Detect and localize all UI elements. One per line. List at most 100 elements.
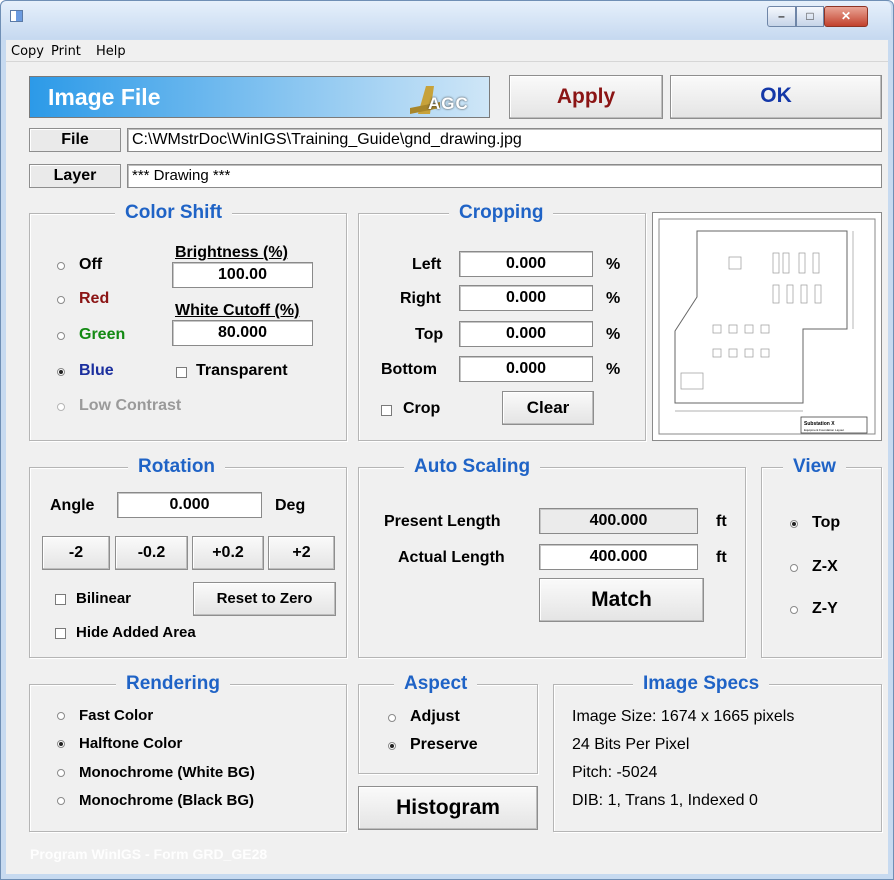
match-button[interactable]: Match xyxy=(539,578,704,622)
angle-input[interactable]: 0.000 xyxy=(117,492,262,518)
rendering-title: Rendering xyxy=(116,673,230,695)
view-zy-label[interactable]: Z-Y xyxy=(812,600,838,618)
view-top-radio[interactable] xyxy=(790,520,798,528)
aspect-group xyxy=(358,684,538,774)
render-halftone-label[interactable]: Halftone Color xyxy=(79,735,182,752)
present-length-unit: ft xyxy=(716,513,727,530)
crop-right-input[interactable]: 0.000 xyxy=(459,285,593,311)
page-title: Image File xyxy=(48,84,161,110)
angle-unit: Deg xyxy=(275,497,306,514)
white-cutoff-label: White Cutoff (%) xyxy=(175,302,300,319)
clear-button[interactable]: Clear xyxy=(502,391,594,425)
view-zx-radio[interactable] xyxy=(790,564,798,572)
close-button[interactable]: ✕ xyxy=(824,6,868,27)
actual-length-label: Actual Length xyxy=(398,549,505,566)
crop-left-input[interactable]: 0.000 xyxy=(459,251,593,277)
ok-button[interactable]: OK xyxy=(670,75,882,119)
radio-off[interactable] xyxy=(57,262,65,270)
color-option-green[interactable]: Green xyxy=(79,326,125,344)
present-length-label: Present Length xyxy=(384,513,501,530)
hide-added-area-checkbox[interactable] xyxy=(55,628,66,639)
minimize-button[interactable]: – xyxy=(767,6,796,27)
render-mono-white-label[interactable]: Monochrome (White BG) xyxy=(79,764,255,781)
maximize-button[interactable]: □ xyxy=(796,6,824,27)
file-path-field[interactable]: C:\WMstrDoc\WinIGS\Training_Guide\gnd_dr… xyxy=(127,128,882,152)
render-halftone-radio[interactable] xyxy=(57,740,65,748)
menu-print[interactable]: Print xyxy=(51,44,81,59)
rotate-plus-0.2-button[interactable]: +0.2 xyxy=(192,536,264,570)
aspect-adjust-radio[interactable] xyxy=(388,714,396,722)
menu-help[interactable]: Help xyxy=(96,44,126,59)
crop-checkbox[interactable] xyxy=(381,405,392,416)
spec-dib: DIB: 1, Trans 1, Indexed 0 xyxy=(572,792,758,809)
render-mono-black-radio[interactable] xyxy=(57,797,65,805)
aspect-adjust-label[interactable]: Adjust xyxy=(410,708,460,726)
color-option-low-contrast: Low Contrast xyxy=(79,397,182,414)
rotate-minus-2-button[interactable]: -2 xyxy=(42,536,110,570)
image-specs-title: Image Specs xyxy=(633,673,770,695)
color-option-blue[interactable]: Blue xyxy=(79,362,114,380)
histogram-button[interactable]: Histogram xyxy=(358,786,538,830)
logo-text: AGC xyxy=(428,94,469,113)
color-option-off[interactable]: Off xyxy=(79,256,102,274)
menu-copy[interactable]: Copy xyxy=(11,44,44,59)
radio-red[interactable] xyxy=(57,296,65,304)
reset-to-zero-button[interactable]: Reset to Zero xyxy=(193,582,336,616)
render-mono-black-label[interactable]: Monochrome (Black BG) xyxy=(79,792,254,809)
title-bar[interactable] xyxy=(1,1,891,39)
angle-label: Angle xyxy=(50,497,95,514)
view-top-label[interactable]: Top xyxy=(812,514,840,532)
crop-top-unit: % xyxy=(606,326,621,343)
crop-bottom-label: Bottom xyxy=(381,361,437,378)
radio-green[interactable] xyxy=(57,332,65,340)
brightness-input[interactable]: 100.00 xyxy=(172,262,313,288)
menu-bar xyxy=(6,40,888,62)
view-zy-radio[interactable] xyxy=(790,606,798,614)
transparent-checkbox[interactable] xyxy=(176,367,187,378)
program-form-label: Program WinIGS - Form GRD_GE28 xyxy=(30,846,268,862)
present-length-value: 400.000 xyxy=(539,508,698,534)
rotate-minus-0.2-button[interactable]: -0.2 xyxy=(115,536,188,570)
rendering-group xyxy=(29,684,347,832)
bilinear-checkbox[interactable] xyxy=(55,594,66,605)
crop-bottom-unit: % xyxy=(606,361,621,378)
crop-bottom-input[interactable]: 0.000 xyxy=(459,356,593,382)
color-shift-title: Color Shift xyxy=(115,202,233,224)
crop-top-input[interactable]: 0.000 xyxy=(459,321,593,347)
white-cutoff-input[interactable]: 80.000 xyxy=(172,320,313,346)
drawing-thumbnail xyxy=(658,218,876,435)
color-option-red[interactable]: Red xyxy=(79,290,109,308)
aspect-title: Aspect xyxy=(394,673,478,695)
thumbnail-caption-title: Substation X xyxy=(804,421,835,427)
crop-top-label: Top xyxy=(415,326,444,343)
actual-length-input[interactable]: 400.000 xyxy=(539,544,698,570)
aspect-preserve-label[interactable]: Preserve xyxy=(410,736,478,754)
spec-pitch: Pitch: -5024 xyxy=(572,764,658,781)
brightness-label: Brightness (%) xyxy=(175,244,288,261)
crop-label[interactable]: Crop xyxy=(403,400,440,418)
crop-right-unit: % xyxy=(606,290,621,307)
render-fast-color-radio[interactable] xyxy=(57,712,65,720)
radio-blue[interactable] xyxy=(57,368,65,376)
layer-label: Layer xyxy=(29,164,121,188)
transparent-label[interactable]: Transparent xyxy=(196,362,288,380)
hide-added-area-label[interactable]: Hide Added Area xyxy=(76,624,196,641)
apply-button[interactable]: Apply xyxy=(509,75,663,119)
app-icon xyxy=(10,10,23,22)
auto-scaling-title: Auto Scaling xyxy=(404,456,541,478)
spec-image-size: Image Size: 1674 x 1665 pixels xyxy=(572,708,795,725)
render-mono-white-radio[interactable] xyxy=(57,769,65,777)
view-zx-label[interactable]: Z-X xyxy=(812,558,838,576)
crop-left-label: Left xyxy=(412,256,442,273)
file-label: File xyxy=(29,128,121,152)
cropping-title: Cropping xyxy=(449,202,554,224)
rotate-plus-2-button[interactable]: +2 xyxy=(268,536,335,570)
actual-length-unit: ft xyxy=(716,549,727,566)
rotation-title: Rotation xyxy=(128,456,226,478)
bilinear-label[interactable]: Bilinear xyxy=(76,590,131,607)
aspect-preserve-radio[interactable] xyxy=(388,742,396,750)
render-fast-color-label[interactable]: Fast Color xyxy=(79,707,153,724)
layer-name-field[interactable]: *** Drawing *** xyxy=(127,164,882,188)
spec-bits-per-pixel: 24 Bits Per Pixel xyxy=(572,736,690,753)
radio-low-contrast xyxy=(57,403,65,411)
